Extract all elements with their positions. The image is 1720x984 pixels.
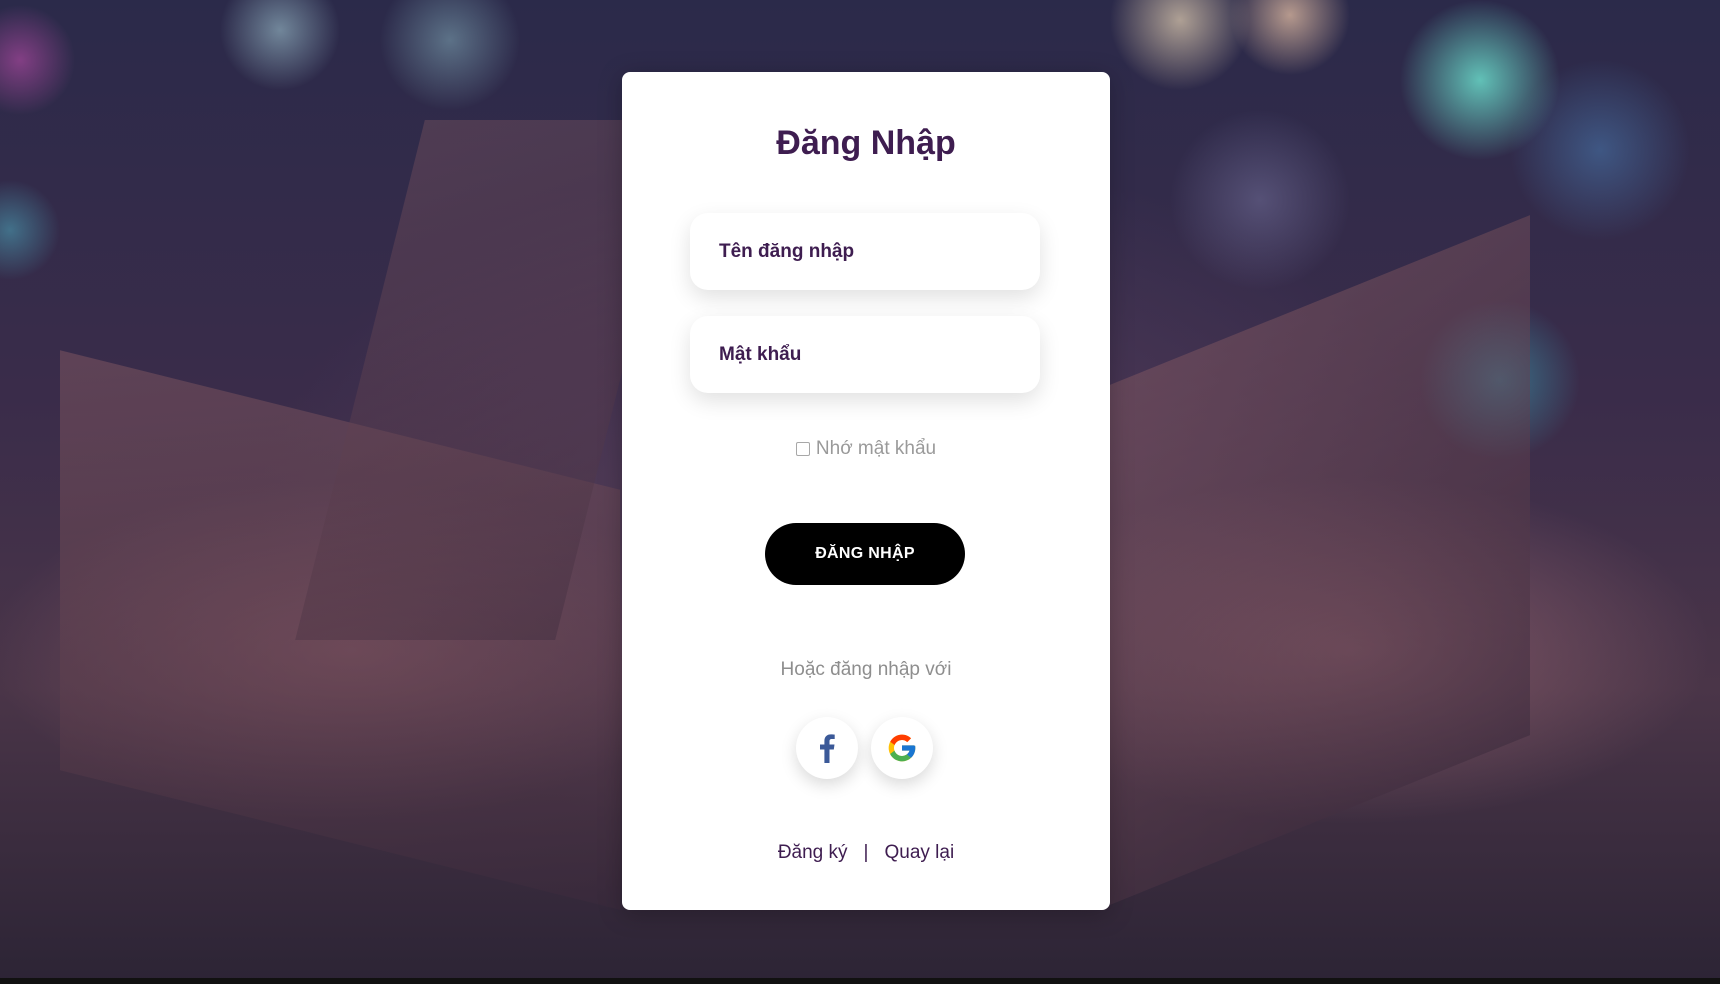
facebook-icon (820, 734, 835, 763)
book-page-right (1110, 215, 1530, 905)
login-card: Đăng Nhập Tên đăng nhập Mật khẩu Nhớ mật… (622, 72, 1110, 910)
google-login-button[interactable] (871, 717, 933, 779)
register-link[interactable]: Đăng ký (778, 842, 848, 864)
username-input[interactable]: Tên đăng nhập (690, 213, 1040, 290)
back-link[interactable]: Quay lại (884, 842, 954, 864)
footer-links: Đăng ký | Quay lại (622, 842, 1110, 864)
facebook-login-button[interactable] (796, 717, 858, 779)
bottom-bar (0, 978, 1720, 984)
remember-me: Nhớ mật khẩu (622, 438, 1110, 460)
password-placeholder: Mật khẩu (719, 343, 802, 365)
social-login-caption: Hoặc đăng nhập với (780, 659, 952, 680)
remember-checkbox[interactable] (795, 442, 810, 456)
remember-label[interactable]: Nhớ mật khẩu (816, 438, 936, 460)
login-button[interactable]: ĐĂNG NHẬP (765, 523, 965, 585)
password-input[interactable]: Mật khẩu (690, 316, 1040, 393)
google-icon (888, 734, 916, 762)
link-separator: | (863, 842, 869, 863)
username-placeholder: Tên đăng nhập (719, 240, 855, 262)
page-title: Đăng Nhập (776, 124, 956, 162)
